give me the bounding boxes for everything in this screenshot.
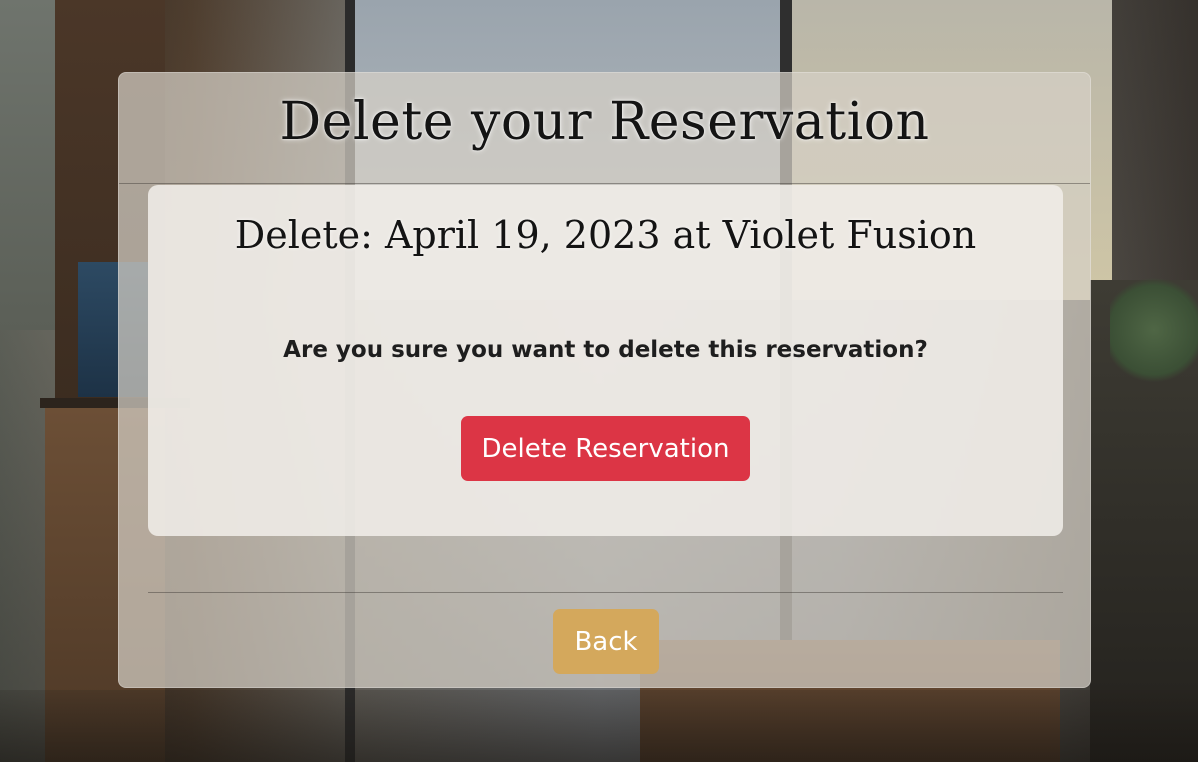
delete-confirmation-text: Are you sure you want to delete this res… [283, 337, 928, 363]
card-header: Delete your Reservation [119, 73, 1090, 184]
reservation-heading: Delete: April 19, 2023 at Violet Fusion [234, 213, 977, 257]
delete-reservation-card: Delete your Reservation Delete: April 19… [118, 72, 1091, 688]
footer-divider [148, 592, 1063, 593]
reservation-panel: Delete: April 19, 2023 at Violet Fusion … [148, 185, 1063, 536]
page-title: Delete your Reservation [279, 92, 930, 152]
delete-reservation-button[interactable]: Delete Reservation [461, 416, 750, 481]
back-button[interactable]: Back [553, 609, 659, 674]
